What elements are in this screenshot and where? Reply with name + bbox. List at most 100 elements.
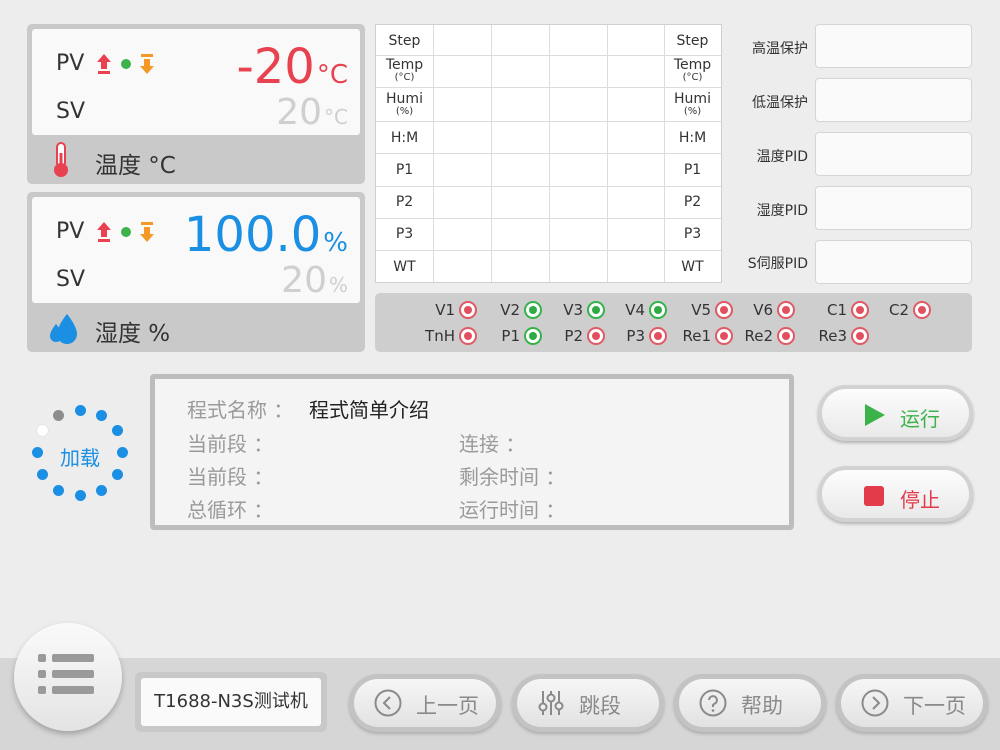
- program-table[interactable]: Step Temp (°C) Humi (%) H:M P1 P2 P3 WT St…: [375, 24, 722, 283]
- io-p3: P3: [615, 327, 667, 345]
- indicator-light-icon: [777, 327, 795, 345]
- row-label-p2-right: P2: [683, 194, 702, 210]
- spinner-dot-icon: [37, 425, 48, 436]
- run-time-label: 运行时间 ：: [459, 498, 566, 522]
- indicator-light-icon: [851, 301, 869, 319]
- servo-pid-field[interactable]: [815, 240, 972, 284]
- prev-page-button[interactable]: 上一页: [349, 674, 501, 732]
- temp-pid-field[interactable]: [815, 132, 972, 176]
- next-page-label: 下一页: [903, 694, 966, 718]
- stop-icon: [864, 486, 884, 506]
- row-label-humi: Humi (%): [386, 91, 423, 117]
- temp-sv-value: 20 °C: [276, 92, 348, 133]
- row-label-p1: P1: [395, 162, 414, 178]
- status-dot-icon: [121, 59, 131, 69]
- row-label-humi-right: Humi (%): [674, 91, 711, 117]
- help-label: 帮助: [741, 694, 783, 718]
- total-cycle-label: 总循环 ：: [187, 498, 274, 522]
- low-temp-protection-field[interactable]: [815, 78, 972, 122]
- high-temp-protection-field[interactable]: [815, 24, 972, 68]
- play-icon: [865, 404, 885, 426]
- io-re2: Re2: [733, 327, 795, 345]
- io-v4: V4: [615, 301, 667, 319]
- heat-up-arrow-icon: [97, 222, 111, 242]
- remaining-time-label: 剩余时间 ：: [459, 465, 566, 489]
- thermometer-icon: [54, 142, 68, 177]
- stop-label: 停止: [900, 488, 940, 512]
- indicator-light-icon: [913, 301, 931, 319]
- temp-pv-value: -20°C: [236, 39, 348, 95]
- spinner-dot-icon: [112, 425, 123, 436]
- high-temp-protection-label: 高温保护: [752, 41, 808, 57]
- row-label-wt-right: WT: [681, 259, 704, 275]
- model-name: T1688-N3S测试机: [141, 678, 321, 726]
- prev-page-label: 上一页: [416, 694, 479, 718]
- io-v1: V1: [425, 301, 477, 319]
- status-dot-icon: [121, 227, 131, 237]
- water-drop-icon: [50, 314, 77, 344]
- spinner-dot-icon: [53, 410, 64, 421]
- row-label-p3-right: P3: [683, 226, 702, 242]
- link-label: 连接 ：: [459, 432, 526, 456]
- temp-pid-label: 温度PID: [756, 149, 808, 165]
- row-label-hm: H:M: [390, 130, 419, 146]
- humi-trend-icons: [97, 222, 154, 242]
- sliders-icon: [538, 691, 564, 715]
- program-name-label: 程式名称 ：: [187, 398, 294, 422]
- loading-spinner: 加载: [32, 405, 128, 501]
- temperature-panel: PV -20°C SV 20 °C 温度 °C: [27, 24, 365, 184]
- row-label-step-right: Step: [676, 33, 709, 49]
- jump-segment-button[interactable]: 跳段: [512, 674, 664, 732]
- row-label-p2: P2: [395, 194, 414, 210]
- indicator-light-icon: [851, 327, 869, 345]
- indicator-light-icon: [649, 327, 667, 345]
- row-label-step: Step: [388, 33, 421, 49]
- io-v5: V5: [681, 301, 733, 319]
- io-v2: V2: [490, 301, 542, 319]
- servo-pid-label: S伺服PID: [747, 256, 808, 272]
- indicator-light-icon: [777, 301, 795, 319]
- menu-button[interactable]: [14, 623, 122, 731]
- program-info-panel: 程式名称 ： 程式简单介绍 当前段 ： 当前段 ： 总循环 ： 连接 ： 剩余时…: [150, 374, 794, 530]
- cool-down-arrow-icon: [140, 222, 154, 242]
- stop-button[interactable]: 停止: [818, 466, 973, 522]
- humi-pv-value: 100.0%: [183, 207, 348, 263]
- low-temp-protection-label: 低温保护: [752, 95, 808, 111]
- humi-pid-field[interactable]: [815, 186, 972, 230]
- indicator-light-icon: [459, 327, 477, 345]
- spinner-dot-icon: [75, 405, 86, 416]
- io-re3: Re3: [807, 327, 869, 345]
- humi-pid-label: 湿度PID: [756, 203, 808, 219]
- next-page-button[interactable]: 下一页: [836, 674, 988, 732]
- cool-down-arrow-icon: [140, 54, 154, 74]
- chevron-left-circle-icon: [374, 689, 402, 717]
- run-label: 运行: [900, 407, 940, 431]
- row-label-temp-right: Temp (°C): [673, 57, 712, 83]
- humi-sv-label: SV: [56, 267, 86, 292]
- indicator-light-icon: [587, 327, 605, 345]
- indicator-light-icon: [649, 301, 667, 319]
- loading-label: 加载: [60, 446, 100, 470]
- temp-sv-label: SV: [56, 99, 86, 124]
- temp-pv-label: PV: [56, 51, 85, 76]
- temp-trend-icons: [97, 54, 154, 74]
- spinner-dot-icon: [75, 490, 86, 501]
- program-name-value: 程式简单介绍: [309, 398, 429, 422]
- row-label-p3: P3: [395, 226, 414, 242]
- spinner-dot-icon: [96, 410, 107, 421]
- current-segment-label-2: 当前段 ：: [187, 465, 274, 489]
- jump-segment-label: 跳段: [579, 694, 621, 718]
- indicator-light-icon: [715, 327, 733, 345]
- run-button[interactable]: 运行: [818, 385, 973, 441]
- help-button[interactable]: 帮助: [674, 674, 826, 732]
- program-info-content: 程式名称 ： 程式简单介绍 当前段 ： 当前段 ： 总循环 ： 连接 ： 剩余时…: [155, 379, 789, 525]
- humi-sv-value: 20%: [281, 260, 348, 301]
- temperature-readout: PV -20°C SV 20 °C: [32, 29, 360, 135]
- io-tnh: TnH: [405, 327, 477, 345]
- io-p2: P2: [553, 327, 605, 345]
- indicator-light-icon: [587, 301, 605, 319]
- chevron-right-circle-icon: [861, 689, 889, 717]
- indicator-light-icon: [524, 327, 542, 345]
- io-re1: Re1: [671, 327, 733, 345]
- humidity-title: 湿度 %: [95, 321, 171, 347]
